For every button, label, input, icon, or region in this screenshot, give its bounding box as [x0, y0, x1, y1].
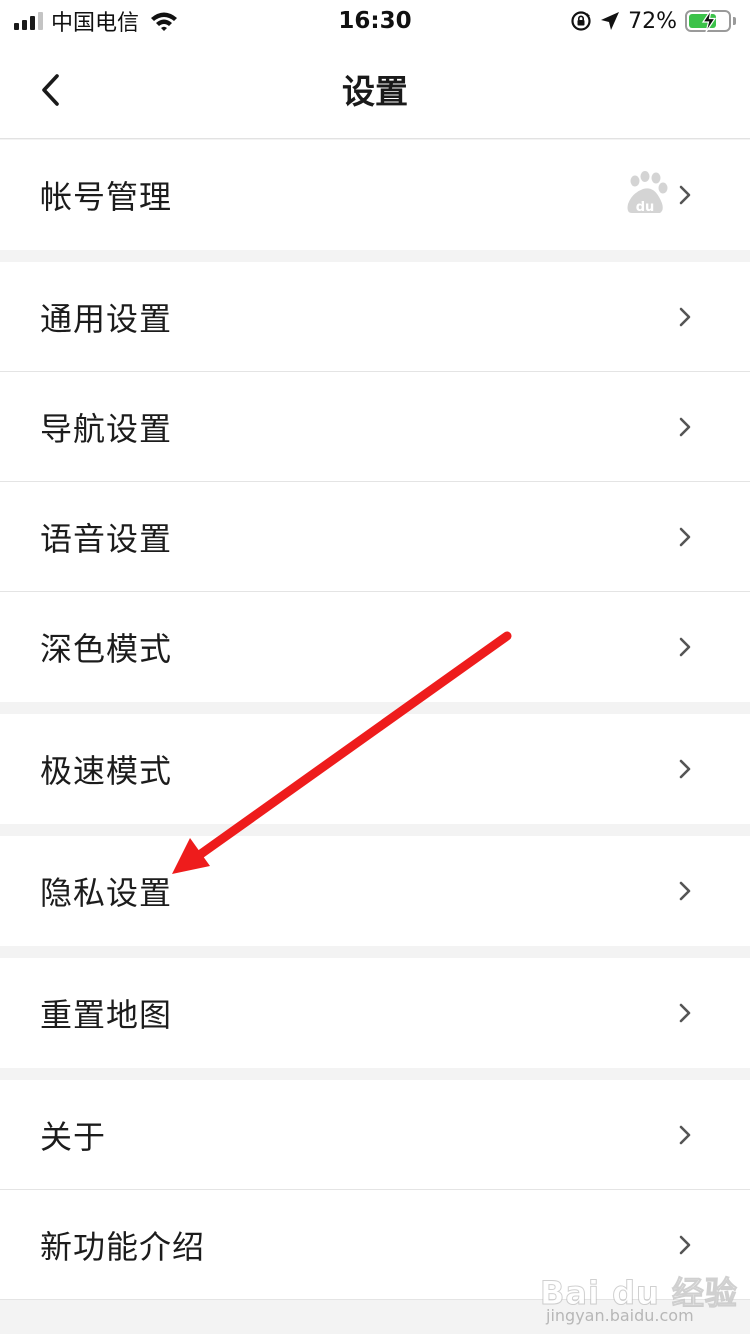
location-arrow-icon — [601, 12, 620, 30]
settings-item-new-features[interactable]: 新功能介绍 — [0, 1190, 750, 1300]
settings-item-reset-map[interactable]: 重置地图 — [0, 958, 750, 1068]
baidu-paw-icon: du — [627, 171, 668, 215]
settings-item-voice[interactable]: 语音设置 — [0, 482, 750, 592]
battery-charging-icon — [685, 10, 731, 32]
chevron-right-icon — [679, 1003, 691, 1023]
settings-item-about[interactable]: 关于 — [0, 1080, 750, 1190]
row-divider — [0, 1299, 750, 1300]
settings-item-privacy[interactable]: 隐私设置 — [0, 836, 750, 946]
settings-item-label: 帐号管理 — [40, 178, 173, 216]
settings-item-label: 关于 — [40, 1118, 107, 1156]
page-title: 设置 — [342, 72, 408, 111]
settings-item-label: 导航设置 — [40, 410, 173, 448]
header-area: 中国电信 16:30 72% 设置 — [0, 0, 750, 139]
chevron-right-icon — [679, 759, 691, 779]
settings-item-dark-mode[interactable]: 深色模式 — [0, 592, 750, 702]
navbar-divider — [0, 138, 750, 139]
chevron-right-icon — [679, 881, 691, 901]
battery-tip — [733, 17, 736, 25]
chevron-right-icon — [679, 185, 691, 205]
chevron-right-icon — [679, 417, 691, 437]
settings-item-fast-mode[interactable]: 极速模式 — [0, 714, 750, 824]
settings-item-navigation[interactable]: 导航设置 — [0, 372, 750, 482]
settings-item-account[interactable]: 帐号管理 du — [0, 140, 750, 250]
settings-item-label: 隐私设置 — [40, 874, 173, 912]
chevron-left-icon — [42, 74, 59, 106]
watermark-url: jingyan.baidu.com — [546, 1306, 694, 1325]
back-button[interactable] — [28, 64, 72, 116]
settings-item-label: 重置地图 — [40, 996, 173, 1034]
settings-item-label: 深色模式 — [40, 630, 173, 668]
settings-item-label: 通用设置 — [40, 300, 173, 338]
chevron-right-icon — [679, 527, 691, 547]
chevron-right-icon — [679, 1125, 691, 1145]
orientation-lock-icon — [571, 11, 591, 31]
chevron-right-icon — [679, 637, 691, 657]
svg-text:du: du — [636, 200, 655, 215]
settings-item-general[interactable]: 通用设置 — [0, 262, 750, 372]
chevron-right-icon — [679, 307, 691, 327]
battery-percent: 72% — [628, 8, 677, 34]
chevron-right-icon — [679, 1235, 691, 1255]
settings-item-label: 极速模式 — [40, 752, 173, 790]
settings-item-label: 新功能介绍 — [40, 1228, 206, 1266]
navigation-bar: 设置 — [0, 44, 750, 139]
settings-item-label: 语音设置 — [40, 520, 173, 558]
status-bar: 中国电信 16:30 72% — [0, 0, 750, 44]
